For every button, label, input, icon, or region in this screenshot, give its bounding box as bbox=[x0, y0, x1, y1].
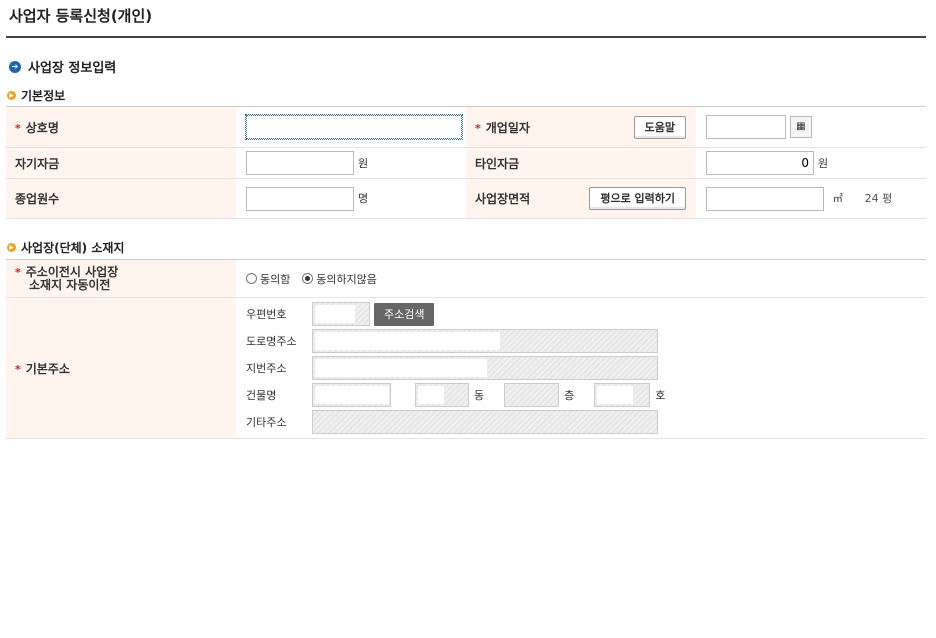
postal-code-row: 우편번호 주소검색 bbox=[246, 301, 926, 328]
lot-address-row: 지번주소 bbox=[246, 355, 926, 382]
floor-field bbox=[504, 383, 560, 407]
open-date-label: * 개업일자 도움말 bbox=[466, 106, 696, 148]
lot-address-field bbox=[312, 356, 658, 380]
area-input[interactable] bbox=[706, 186, 824, 211]
open-date-input[interactable] bbox=[706, 115, 786, 139]
location-table: * 주소이전시 사업장 소재지 자동이전 동의함 동의하지않음 * 기본주소 우편번… bbox=[6, 259, 926, 439]
won-unit: 원 bbox=[818, 156, 829, 170]
own-capital-label: 자기자금 bbox=[6, 147, 236, 179]
table-row: * 상호명 * 개업일자 도움말 ▦ bbox=[6, 106, 926, 148]
table-row: * 기본주소 우편번호 주소검색 도로명주소 지번주소 건물명 동 층 호 기타… bbox=[6, 297, 926, 439]
required-mark: * bbox=[15, 362, 21, 376]
other-address-row: 기타주소 bbox=[246, 409, 926, 436]
lot-address-label: 지번주소 bbox=[246, 362, 287, 375]
postal-code-label: 우편번호 bbox=[246, 308, 287, 321]
employees-label: 종업원수 bbox=[6, 178, 236, 219]
other-capital-input[interactable] bbox=[706, 151, 814, 175]
ho-unit: 호 bbox=[655, 389, 666, 402]
dong-unit: 동 bbox=[474, 389, 485, 402]
ho-field bbox=[594, 383, 651, 407]
basic-info-title-text: 기본정보 bbox=[21, 89, 66, 103]
building-row: 건물명 동 층 호 bbox=[246, 382, 926, 409]
other-address-label: 기타주소 bbox=[246, 416, 287, 429]
building-label: 건물명 bbox=[246, 389, 277, 402]
road-address-field bbox=[312, 329, 658, 353]
agree-option-label: 동의함 bbox=[260, 272, 291, 286]
trade-name-input[interactable] bbox=[245, 114, 463, 140]
base-address-label: * 기본주소 bbox=[6, 297, 236, 439]
basic-info-title: ▶ 기본정보 bbox=[7, 87, 65, 104]
required-mark: * bbox=[15, 121, 21, 135]
arrow-right-circle-icon: ▶ bbox=[7, 91, 16, 100]
required-mark: * bbox=[15, 265, 21, 279]
page-title: 사업자 등록신청(개인) bbox=[9, 7, 153, 25]
pyeong-input-button[interactable]: 평으로 입력하기 bbox=[589, 187, 686, 210]
table-row: * 주소이전시 사업장 소재지 자동이전 동의함 동의하지않음 bbox=[6, 259, 926, 298]
location-title: ▶ 사업장(단체) 소재지 bbox=[7, 239, 124, 256]
table-row: 자기자금 원 타인자금 원 bbox=[6, 147, 926, 179]
sqm-unit: ㎡ bbox=[832, 194, 843, 205]
section-title-text: 사업장 정보입력 bbox=[28, 61, 117, 76]
employees-input[interactable] bbox=[246, 186, 354, 211]
road-address-label: 도로명주소 bbox=[246, 335, 297, 348]
location-title-text: 사업장(단체) 소재지 bbox=[21, 241, 125, 255]
help-button[interactable]: 도움말 bbox=[633, 115, 686, 139]
other-capital-label: 타인자금 bbox=[466, 147, 696, 179]
basic-info-table: *상호명 *개업일자 도움말 ▦ 자기자금 원 타인자금 원 종업원수 명 bbox=[6, 106, 926, 219]
building-name-field bbox=[312, 383, 391, 407]
calendar-icon[interactable]: ▦ bbox=[789, 116, 812, 138]
dong-field bbox=[415, 383, 469, 407]
area-label: 사업장면적 평으로 입력하기 bbox=[466, 178, 696, 219]
agree-radio[interactable] bbox=[246, 273, 257, 284]
section-title: ➔ 사업장 정보입력 bbox=[9, 57, 116, 76]
title-divider bbox=[6, 36, 926, 38]
own-capital-input[interactable] bbox=[246, 151, 354, 175]
won-unit: 원 bbox=[358, 156, 369, 170]
person-unit: 명 bbox=[358, 192, 369, 205]
arrow-right-circle-icon: ➔ bbox=[9, 60, 21, 73]
disagree-radio[interactable] bbox=[302, 273, 314, 284]
address-search-button[interactable]: 주소검색 bbox=[374, 302, 435, 326]
other-address-field bbox=[312, 410, 658, 434]
trade-name-label: * 상호명 bbox=[6, 106, 236, 148]
auto-move-label: * 주소이전시 사업장 소재지 자동이전 bbox=[6, 259, 236, 298]
required-mark: * bbox=[475, 121, 481, 135]
table-row: 종업원수 명 사업장면적 평으로 입력하기 ㎡ 24 평 bbox=[6, 178, 926, 219]
postal-code-field bbox=[312, 302, 370, 326]
arrow-right-circle-icon: ▶ bbox=[7, 243, 16, 252]
disagree-option-label: 동의하지않음 bbox=[316, 272, 377, 286]
pyeong-readout: 24 평 bbox=[864, 192, 893, 205]
floor-unit: 층 bbox=[564, 389, 575, 402]
road-address-row: 도로명주소 bbox=[246, 328, 926, 355]
